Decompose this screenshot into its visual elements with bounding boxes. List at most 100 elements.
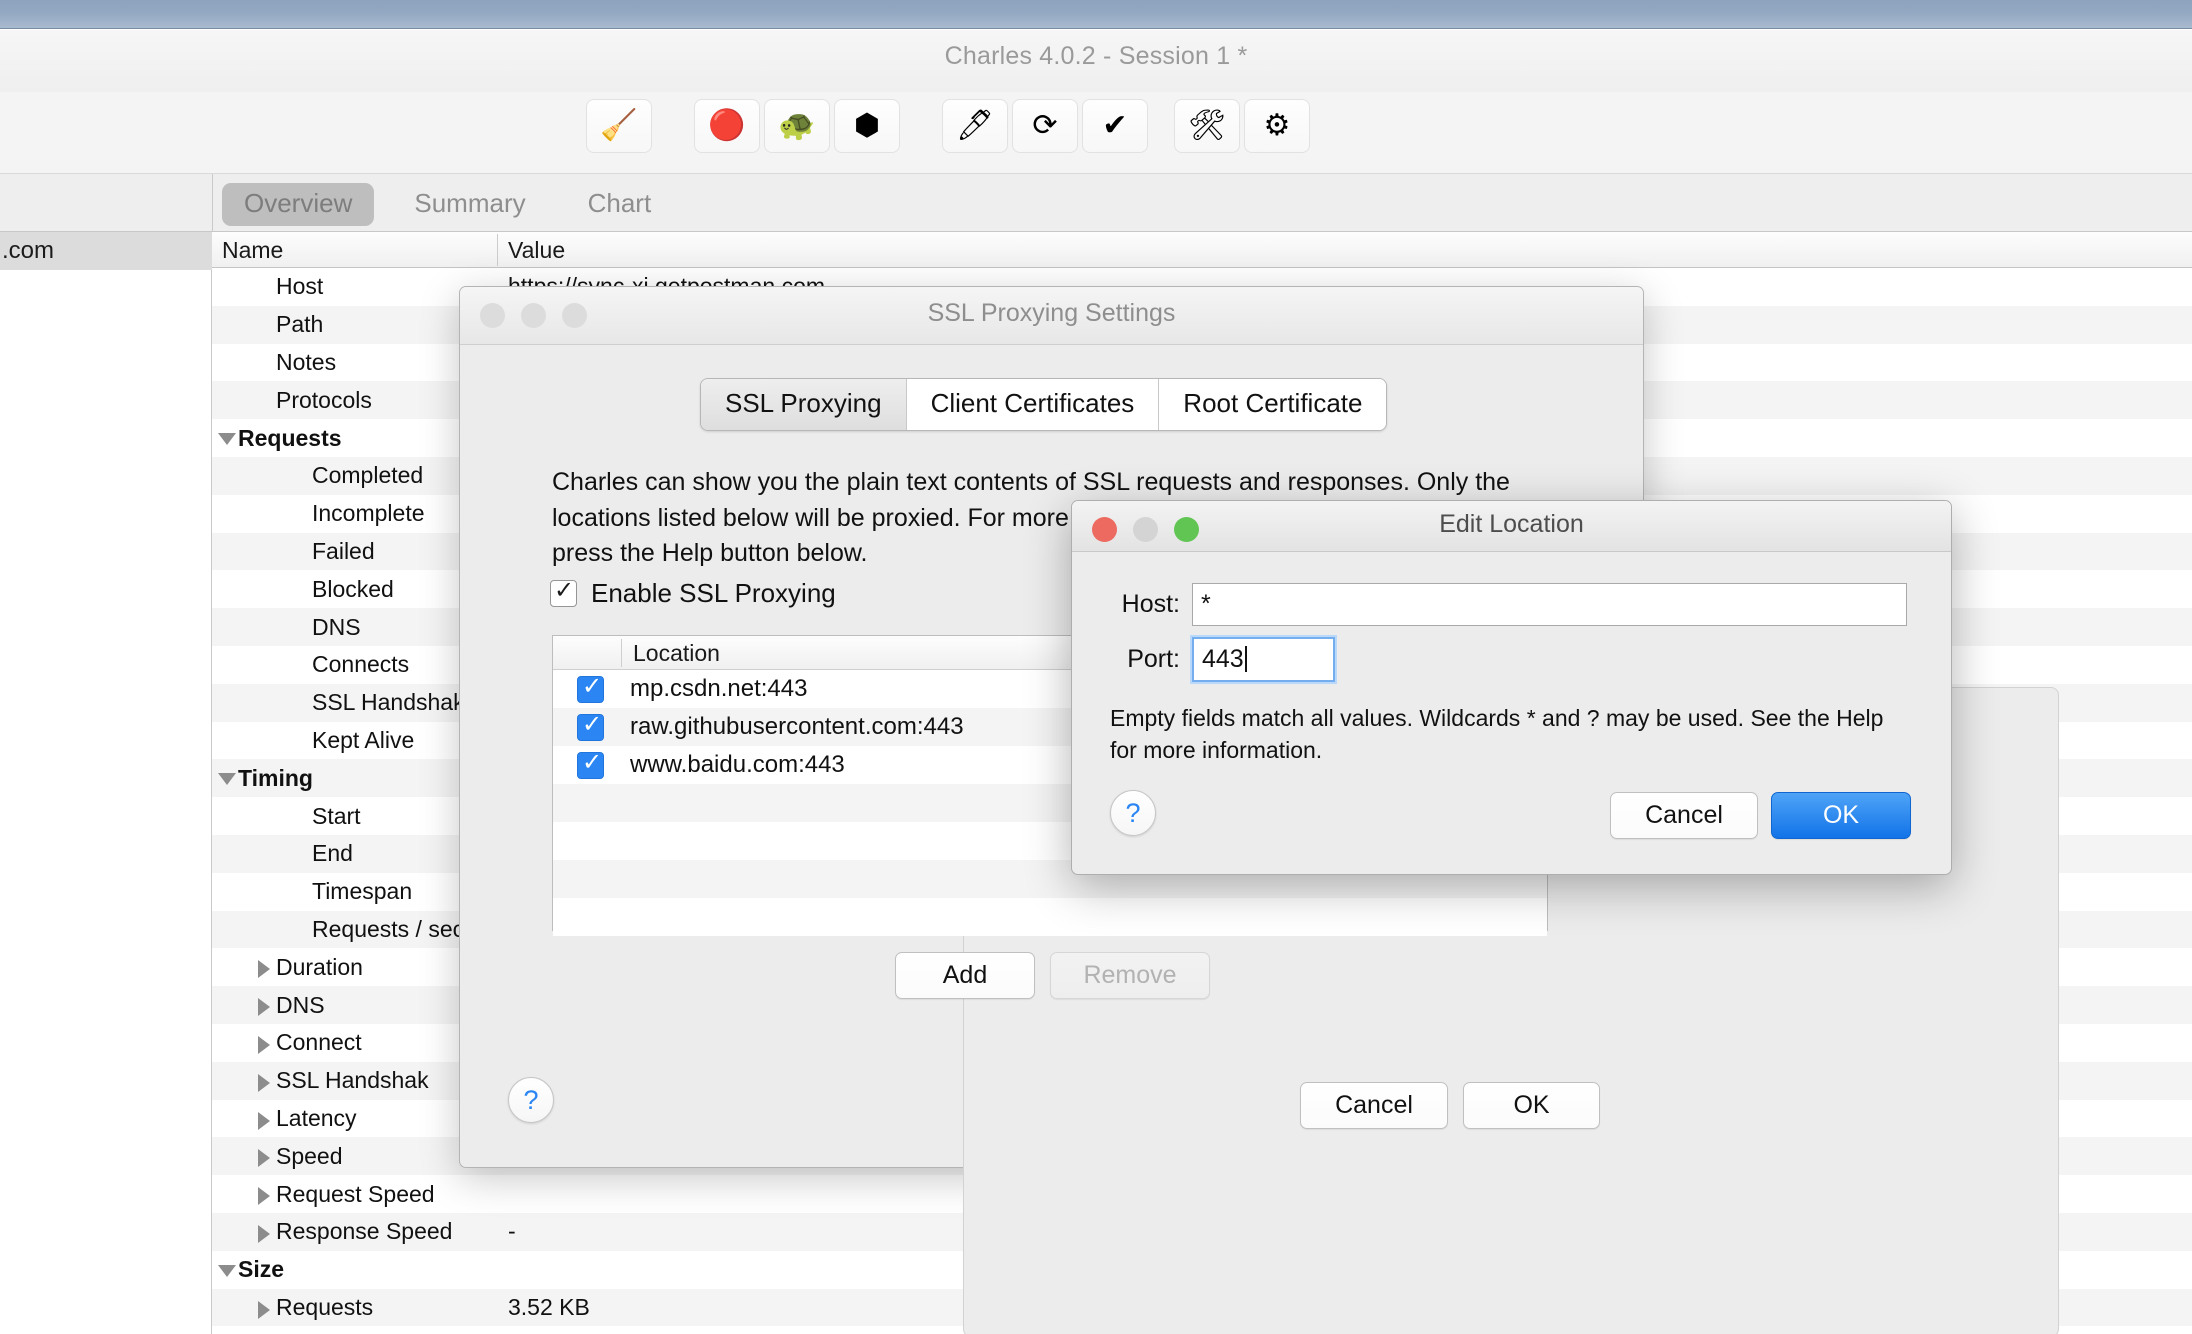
repeat-icon-glyph: ⟳	[1032, 109, 1058, 142]
enable-ssl-proxying-checkbox[interactable]	[550, 576, 577, 607]
expand-triangle-icon[interactable]	[258, 1224, 270, 1243]
row-name: Response Speed	[276, 1218, 453, 1245]
row-name: Requests	[238, 424, 342, 451]
ssl-dialog-ok-button[interactable]: OK	[1463, 1082, 1600, 1129]
expand-triangle-icon[interactable]	[258, 1149, 270, 1168]
row-value: -	[508, 1218, 516, 1245]
ssl-tab-root-certificate[interactable]: Root Certificate	[1159, 379, 1387, 430]
host-field-row: Host: *	[1100, 583, 1907, 626]
port-field-row: Port: 443	[1100, 635, 1337, 684]
row-name: Timespan	[312, 878, 413, 905]
edit-dialog-ok-button[interactable]: OK	[1771, 792, 1911, 839]
validate-icon[interactable]: ✔	[1082, 99, 1148, 153]
host-input[interactable]: *	[1192, 583, 1907, 626]
record-icon[interactable]: 🔴	[694, 99, 760, 153]
ssl-dialog-title: SSL Proxying Settings	[927, 299, 1176, 327]
row-name: Size	[238, 1256, 285, 1283]
row-name: Connect	[276, 1029, 362, 1056]
row-name: Blocked	[312, 575, 394, 602]
compose-icon-glyph: 🖊	[955, 109, 995, 142]
view-tabs: Overview Summary Chart	[222, 183, 691, 226]
view-tabstrip: Overview Summary Chart	[0, 174, 2192, 232]
expand-triangle-icon[interactable]	[258, 1111, 270, 1130]
port-input[interactable]: 443	[1190, 635, 1337, 684]
add-location-button[interactable]: Add	[895, 952, 1035, 999]
breakpoint-icon-glyph: ⬢	[853, 109, 881, 142]
edit-dialog-title: Edit Location	[1439, 510, 1584, 538]
ssl-tab-ssl-proxying[interactable]: SSL Proxying	[701, 379, 907, 430]
tabstrip-divider	[212, 174, 213, 232]
left-pane-selected-label: .com	[2, 237, 55, 264]
column-header-name[interactable]: Name	[222, 237, 283, 264]
breakpoint-icon[interactable]: ⬢	[834, 99, 900, 153]
location-label: mp.csdn.net:443	[630, 675, 808, 702]
text-caret	[1244, 646, 1247, 672]
screen-root: Charles 4.0.2 - Session 1 * 🧹 🔴 🐢 ⬢ 🖊 ⟳ ✔ 🛠 ⚙ Ov…	[0, 0, 2192, 1334]
left-request-list-pane[interactable]: .com	[0, 232, 212, 1334]
window-title: Charles 4.0.2 - Session 1 *	[944, 42, 1248, 70]
port-input-value: 443	[1202, 645, 1244, 673]
location-label: raw.githubusercontent.com:443	[630, 713, 964, 740]
collapse-triangle-icon[interactable]	[218, 773, 236, 786]
enable-ssl-proxying-checkbox-row[interactable]: Enable SSL Proxying	[550, 576, 836, 609]
overview-table-header: Name Value	[212, 232, 2192, 268]
ssl-tab-client-certificates[interactable]: Client Certificates	[906, 379, 1160, 430]
ssl-dialog-tabs: SSL Proxying Client Certificates Root Cert…	[700, 378, 1388, 431]
expand-triangle-icon[interactable]	[258, 1300, 270, 1319]
left-pane-selected-row[interactable]: .com	[0, 232, 212, 270]
remove-location-button: Remove	[1050, 952, 1210, 999]
validate-icon-glyph: ✔	[1102, 109, 1128, 142]
edit-dialog-cancel-button[interactable]: Cancel	[1610, 792, 1758, 839]
row-name: Failed	[312, 537, 375, 564]
tools-icon[interactable]: 🛠	[1174, 99, 1240, 153]
settings-gear-icon-glyph: ⚙	[1263, 109, 1291, 142]
expand-triangle-icon[interactable]	[258, 998, 270, 1017]
edit-dialog-help-button[interactable]: ?	[1110, 790, 1156, 836]
tab-summary[interactable]: Summary	[392, 183, 547, 226]
column-header-value[interactable]: Value	[508, 237, 565, 264]
expand-triangle-icon[interactable]	[258, 960, 270, 979]
row-name: SSL Handshak	[276, 1067, 429, 1094]
toolbar-button-row: 🧹 🔴 🐢 ⬢ 🖊 ⟳ ✔ 🛠 ⚙	[586, 99, 1314, 153]
main-toolbar: 🧹 🔴 🐢 ⬢ 🖊 ⟳ ✔ 🛠 ⚙	[0, 92, 2192, 174]
column-divider[interactable]	[497, 234, 498, 266]
collapse-triangle-icon[interactable]	[218, 433, 236, 446]
expand-triangle-icon[interactable]	[258, 1187, 270, 1206]
row-name: SSL Handshak	[312, 689, 465, 716]
row-name: Completed	[312, 462, 424, 489]
row-name: Path	[276, 311, 324, 338]
expand-triangle-icon[interactable]	[258, 1035, 270, 1054]
location-empty-row	[553, 898, 1547, 936]
throttle-turtle-icon[interactable]: 🐢	[764, 99, 830, 153]
location-enabled-checkbox[interactable]	[577, 672, 604, 703]
ssl-dialog-help-button[interactable]: ?	[508, 1077, 554, 1123]
row-name: Requests / sec	[312, 915, 465, 942]
compose-icon[interactable]: 🖊	[942, 99, 1008, 153]
locations-column-header[interactable]: Location	[633, 640, 720, 667]
desktop-background-strip	[0, 0, 2192, 29]
location-enabled-checkbox[interactable]	[577, 710, 604, 741]
tab-chart[interactable]: Chart	[566, 183, 674, 226]
edit-location-description: Empty fields match all values. Wildcards…	[1110, 705, 1884, 763]
row-name: Speed	[276, 1142, 343, 1169]
tab-overview[interactable]: Overview	[222, 183, 375, 226]
location-enabled-checkbox[interactable]	[577, 748, 604, 779]
row-name: Connects	[312, 651, 410, 678]
clear-session-icon[interactable]: 🧹	[586, 99, 652, 153]
row-name: DNS	[276, 991, 325, 1018]
settings-gear-icon[interactable]: ⚙	[1244, 99, 1310, 153]
edit-dialog-titlebar: Edit Location	[1072, 501, 1951, 552]
collapse-triangle-icon[interactable]	[218, 1264, 236, 1277]
throttle-turtle-icon-glyph: 🐢	[778, 109, 816, 142]
ssl-dialog-cancel-button[interactable]: Cancel	[1300, 1082, 1448, 1129]
repeat-icon[interactable]: ⟳	[1012, 99, 1078, 153]
port-field-label: Port:	[1127, 645, 1180, 673]
expand-triangle-icon[interactable]	[258, 1073, 270, 1092]
row-name: Timing	[238, 764, 313, 791]
locations-column-divider	[621, 639, 622, 667]
row-name: Kept Alive	[312, 726, 415, 753]
row-name: Start	[312, 802, 361, 829]
row-name: End	[312, 840, 353, 867]
row-value: 3.52 KB	[508, 1293, 590, 1320]
record-icon-glyph: 🔴	[708, 109, 746, 142]
